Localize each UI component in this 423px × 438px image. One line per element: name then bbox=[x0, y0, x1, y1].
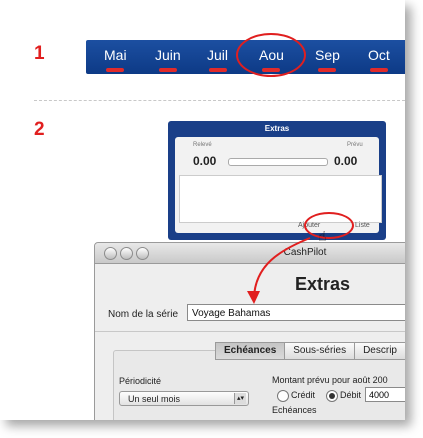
step-number-2: 2 bbox=[34, 119, 45, 140]
progress-bar bbox=[228, 158, 328, 166]
extras-list[interactable] bbox=[179, 175, 382, 223]
dialog-heading: Extras bbox=[295, 274, 351, 294]
periodicity-label: Périodicité bbox=[119, 376, 162, 386]
tab-bar: Echéances Sous-séries Descrip bbox=[215, 342, 405, 360]
prevu-value: 0.00 bbox=[334, 154, 358, 168]
month-marker bbox=[208, 68, 227, 72]
series-name-input[interactable]: Voyage Bahamas bbox=[187, 304, 405, 321]
month-october[interactable]: Oct bbox=[368, 47, 390, 72]
month-september[interactable]: Sep bbox=[315, 47, 340, 72]
debit-radio[interactable] bbox=[326, 390, 338, 402]
widget-title: Extras bbox=[264, 124, 290, 133]
debit-radio-label: Débit bbox=[340, 390, 362, 400]
series-name-label: Nom de la série bbox=[108, 309, 179, 320]
amount-label: Montant prévu pour août 200 bbox=[272, 375, 388, 385]
releve-value: 0.00 bbox=[193, 154, 217, 168]
month-marker bbox=[318, 68, 337, 72]
periodicity-value: Un seul mois bbox=[128, 394, 181, 404]
highlight-circle-add bbox=[304, 212, 354, 239]
periodicity-select[interactable]: Un seul mois ▴▾ bbox=[119, 391, 249, 406]
tab-description[interactable]: Descrip bbox=[355, 342, 405, 360]
credit-radio-label: Crédit bbox=[291, 390, 316, 400]
tab-echeances[interactable]: Echéances bbox=[215, 342, 286, 360]
cashpilot-window: CashPilot Extras Nom de la série Voyage … bbox=[94, 242, 405, 420]
header-divider bbox=[95, 331, 405, 332]
window-title: CashPilot bbox=[283, 247, 327, 258]
tutorial-page: 1 2 Mai Juin Juil Aou Sep Oct Extras Rel… bbox=[0, 0, 405, 420]
month-marker bbox=[158, 68, 177, 72]
amount-input[interactable]: 4000 bbox=[365, 387, 405, 402]
window-titlebar: CashPilot bbox=[95, 243, 405, 264]
list-button[interactable]: Liste bbox=[355, 222, 370, 229]
section-divider bbox=[34, 100, 405, 101]
step-number-1: 1 bbox=[34, 43, 45, 64]
prevu-label: Prévu bbox=[347, 142, 363, 148]
stepper-arrows-icon: ▴▾ bbox=[234, 393, 246, 404]
month-marker bbox=[106, 68, 125, 72]
releve-label: Relevé bbox=[193, 142, 212, 148]
month-june[interactable]: Juin bbox=[155, 47, 181, 72]
month-marker bbox=[369, 68, 388, 72]
month-may[interactable]: Mai bbox=[104, 47, 127, 72]
credit-radio[interactable] bbox=[277, 390, 289, 402]
highlight-circle-month bbox=[236, 33, 306, 77]
tab-sous-series[interactable]: Sous-séries bbox=[285, 342, 356, 360]
month-july[interactable]: Juil bbox=[207, 47, 228, 72]
echeances-label: Echéances bbox=[272, 405, 317, 415]
